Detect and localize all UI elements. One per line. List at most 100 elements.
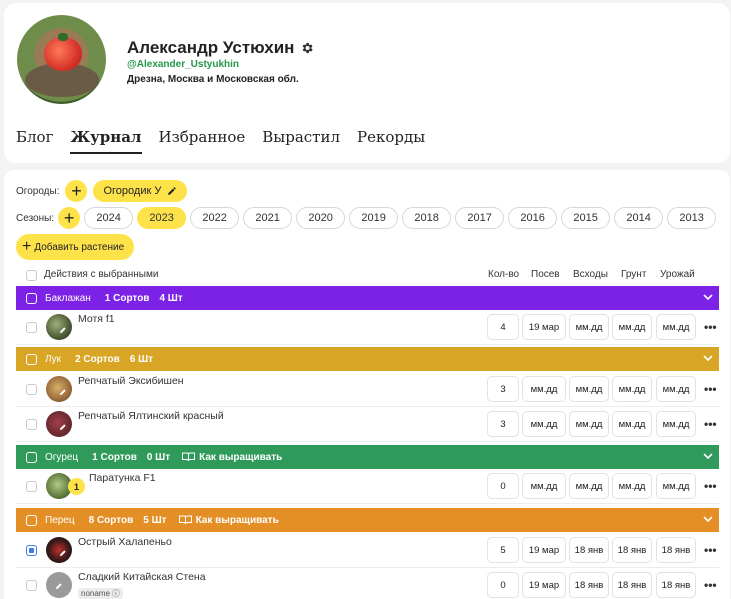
garden-chip[interactable]: Огородик У: [93, 180, 188, 202]
plant-name[interactable]: Репчатый Эксибишен: [78, 375, 184, 387]
season-2016[interactable]: 2016: [508, 207, 558, 229]
chevron-down-icon[interactable]: [703, 451, 713, 461]
pencil-icon[interactable]: [59, 422, 68, 431]
season-2018[interactable]: 2018: [402, 207, 452, 229]
ground-date-field[interactable]: мм.дд: [612, 376, 652, 402]
plant-checkbox[interactable]: [26, 322, 37, 333]
plant-photo[interactable]: [46, 411, 72, 437]
user-handle[interactable]: @Alexander_Ustyukhin: [127, 59, 239, 70]
shoots-date-field[interactable]: мм.дд: [569, 314, 609, 340]
pencil-icon[interactable]: [167, 186, 177, 196]
plant-photo[interactable]: [46, 376, 72, 402]
group-pepper[interactable]: Перец 8 Сортов 5 Шт Как выращивать: [16, 508, 719, 532]
shoots-date-field[interactable]: 18 янв: [569, 572, 609, 598]
plant-row[interactable]: Сладкий Китайская Стена noname ⓘ 0 19 ма…: [16, 568, 719, 599]
season-2024[interactable]: 2024: [84, 207, 134, 229]
tab-journal[interactable]: Журнал: [70, 128, 142, 154]
pencil-icon[interactable]: [55, 581, 64, 590]
group-checkbox[interactable]: [26, 451, 37, 463]
season-2020[interactable]: 2020: [296, 207, 346, 229]
qty-field[interactable]: 3: [487, 376, 519, 402]
shoots-date-field[interactable]: мм.дд: [569, 376, 609, 402]
ground-date-field[interactable]: мм.дд: [612, 411, 652, 437]
season-2021[interactable]: 2021: [243, 207, 293, 229]
plant-photo[interactable]: [46, 314, 72, 340]
more-icon[interactable]: •••: [704, 543, 717, 557]
plant-checkbox[interactable]: [26, 481, 37, 492]
sow-date-field[interactable]: 19 мар: [522, 314, 566, 340]
yield-date-field[interactable]: мм.дд: [656, 314, 696, 340]
ground-date-field[interactable]: 18 янв: [612, 572, 652, 598]
sow-date-field[interactable]: мм.дд: [522, 376, 566, 402]
group-onion[interactable]: Лук 2 Сортов 6 Шт: [16, 347, 719, 371]
sow-date-field[interactable]: 19 мар: [522, 537, 566, 563]
plant-name[interactable]: Паратунка F1: [89, 472, 156, 484]
more-icon[interactable]: •••: [704, 417, 717, 431]
yield-date-field[interactable]: мм.дд: [656, 411, 696, 437]
pencil-icon[interactable]: [59, 325, 68, 334]
plant-photo[interactable]: [46, 572, 72, 598]
plant-name[interactable]: Сладкий Китайская Стена: [78, 571, 206, 583]
group-checkbox[interactable]: [26, 514, 37, 526]
gear-icon[interactable]: [300, 41, 314, 55]
qty-field[interactable]: 3: [487, 411, 519, 437]
chevron-down-icon[interactable]: [703, 514, 713, 524]
group-checkbox[interactable]: [26, 353, 37, 365]
plant-name[interactable]: Репчатый Ялтинский красный: [78, 410, 224, 422]
chevron-down-icon[interactable]: [703, 353, 713, 363]
season-2013[interactable]: 2013: [667, 207, 717, 229]
yield-date-field[interactable]: 18 янв: [656, 537, 696, 563]
plant-name[interactable]: Мотя f1: [78, 313, 115, 325]
group-cucumber[interactable]: Огурец 1 Сортов 0 Шт Как выращивать: [16, 445, 719, 469]
tab-records[interactable]: Рекорды: [357, 128, 425, 154]
sow-date-field[interactable]: мм.дд: [522, 473, 566, 499]
season-2015[interactable]: 2015: [561, 207, 611, 229]
ground-date-field[interactable]: 18 янв: [612, 537, 652, 563]
group-checkbox[interactable]: [26, 292, 37, 304]
chevron-down-icon[interactable]: [703, 292, 713, 302]
more-icon[interactable]: •••: [704, 320, 717, 334]
plant-row[interactable]: Острый Халапеньо 5 19 мар 18 янв 18 янв …: [16, 533, 719, 568]
yield-date-field[interactable]: 18 янв: [656, 572, 696, 598]
plant-row[interactable]: Репчатый Ялтинский красный 3 мм.дд мм.дд…: [16, 407, 719, 442]
pencil-icon[interactable]: [59, 548, 68, 557]
add-season-button[interactable]: +: [58, 207, 81, 229]
avatar[interactable]: [17, 15, 106, 104]
sow-date-field[interactable]: мм.дд: [522, 411, 566, 437]
shoots-date-field[interactable]: 18 янв: [569, 537, 609, 563]
shoots-date-field[interactable]: мм.дд: [569, 473, 609, 499]
plant-checkbox[interactable]: [26, 545, 37, 556]
season-2022[interactable]: 2022: [190, 207, 240, 229]
noname-tag[interactable]: noname ⓘ: [78, 588, 123, 599]
qty-field[interactable]: 0: [487, 572, 519, 598]
qty-field[interactable]: 4: [487, 314, 519, 340]
season-2019[interactable]: 2019: [349, 207, 399, 229]
tab-blog[interactable]: Блог: [16, 128, 53, 154]
season-2023[interactable]: 2023: [137, 207, 187, 229]
qty-field[interactable]: 0: [487, 473, 519, 499]
bulk-actions[interactable]: Действия с выбранными: [44, 269, 158, 280]
help-icon[interactable]: ⓘ: [112, 588, 120, 599]
add-garden-button[interactable]: +: [65, 180, 88, 202]
plant-checkbox[interactable]: [26, 580, 37, 591]
plant-checkbox[interactable]: [26, 419, 37, 430]
plant-row[interactable]: Репчатый Эксибишен 3 мм.дд мм.дд мм.дд м…: [16, 372, 719, 407]
plant-photo[interactable]: [46, 537, 72, 563]
yield-date-field[interactable]: мм.дд: [656, 376, 696, 402]
ground-date-field[interactable]: мм.дд: [612, 314, 652, 340]
plant-row[interactable]: Мотя f1 4 19 мар мм.дд мм.дд мм.дд •••: [16, 310, 719, 345]
season-2014[interactable]: 2014: [614, 207, 664, 229]
sow-date-field[interactable]: 19 мар: [522, 572, 566, 598]
plant-row[interactable]: 1 Паратунка F1 0 мм.дд мм.дд мм.дд мм.дд…: [16, 469, 719, 504]
more-icon[interactable]: •••: [704, 578, 717, 592]
season-2017[interactable]: 2017: [455, 207, 505, 229]
plant-name[interactable]: Острый Халапеньо: [78, 536, 172, 548]
select-all-checkbox[interactable]: [26, 270, 37, 281]
yield-date-field[interactable]: мм.дд: [656, 473, 696, 499]
more-icon[interactable]: •••: [704, 479, 717, 493]
plant-checkbox[interactable]: [26, 384, 37, 395]
more-icon[interactable]: •••: [704, 382, 717, 396]
ground-date-field[interactable]: мм.дд: [612, 473, 652, 499]
group-eggplant[interactable]: Баклажан 1 Сортов 4 Шт: [16, 286, 719, 310]
shoots-date-field[interactable]: мм.дд: [569, 411, 609, 437]
